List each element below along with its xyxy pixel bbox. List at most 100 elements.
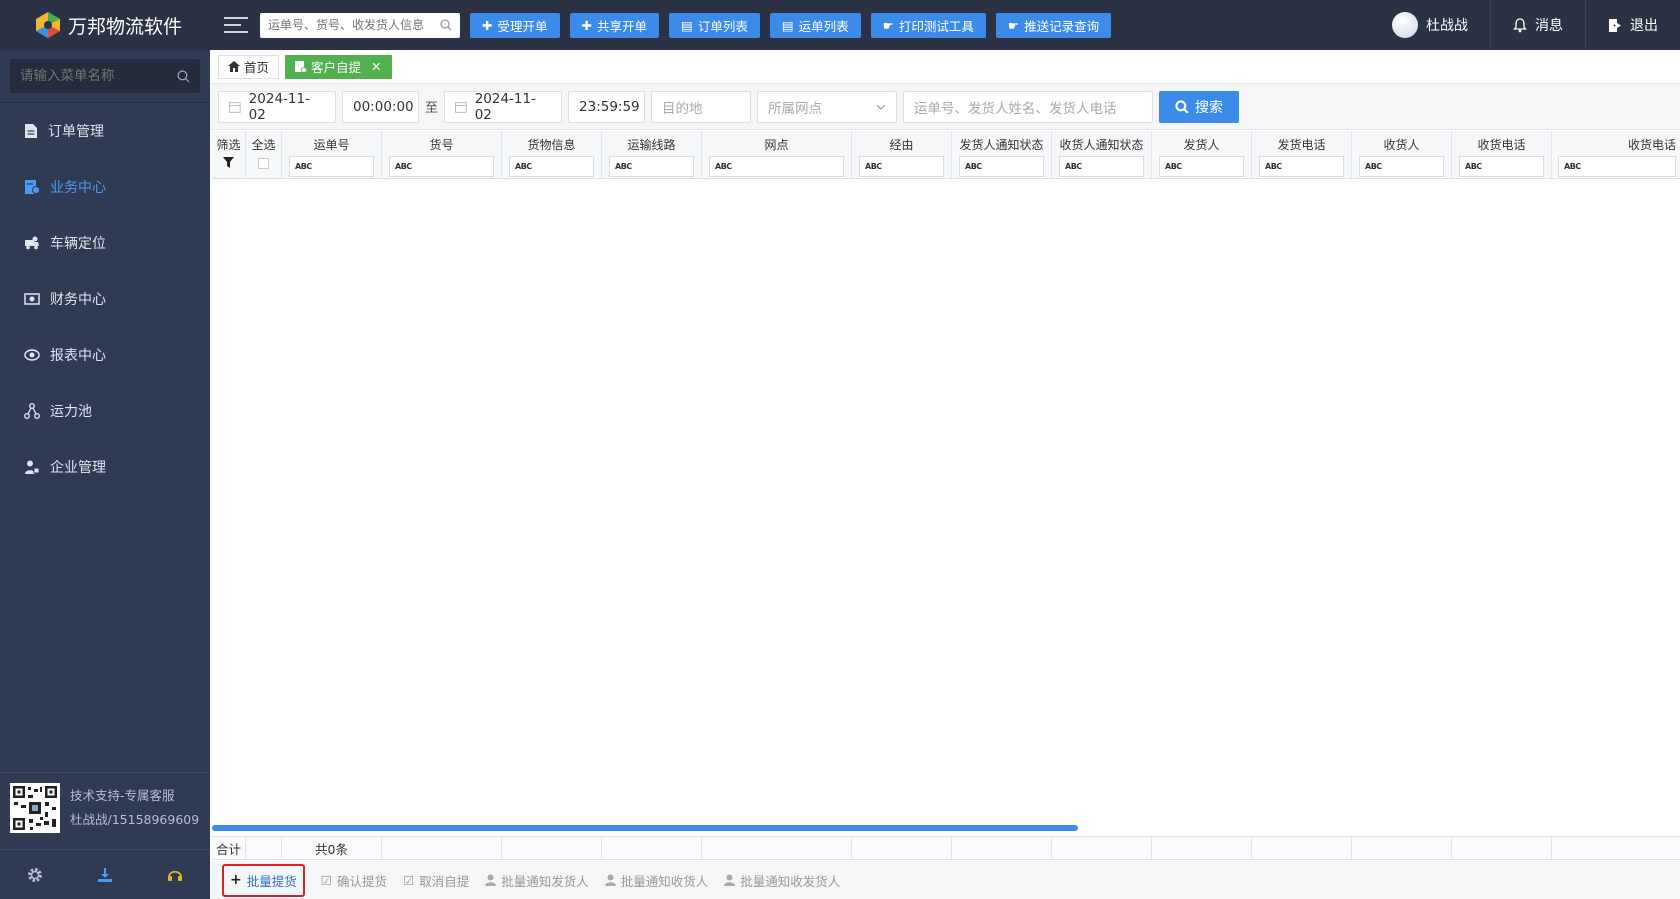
sidebar-item-finance-center[interactable]: 财务中心 — [0, 271, 210, 327]
abc-filter-icon: ABC — [1564, 162, 1581, 171]
start-date-field[interactable]: 2024-11-02 — [218, 90, 336, 123]
column-filter-input[interactable]: ABC — [1558, 156, 1676, 177]
edit-icon: ☑ — [402, 872, 415, 888]
confirm-pickup-button[interactable]: ☑ 确认提货 — [321, 871, 387, 890]
support-info: 技术支持-专属客服 杜战战/15158969609 — [0, 773, 210, 843]
sidebar-item-vehicle-location[interactable]: 车辆定位 — [0, 215, 210, 271]
column-header[interactable]: 收货人 ABC — [1352, 131, 1452, 179]
user-menu[interactable]: 杜战战 — [1370, 0, 1490, 50]
column-header[interactable]: 发货人 ABC — [1152, 131, 1252, 179]
column-filter-input[interactable]: ABC — [1159, 156, 1244, 177]
notify-consignees-button[interactable]: 批量通知收货人 — [604, 871, 708, 890]
business-icon — [25, 180, 40, 194]
logout-button[interactable]: 退出 — [1585, 0, 1680, 50]
batch-pickup-button[interactable]: + 批量提货 — [222, 863, 305, 897]
column-filter-input[interactable]: ABC — [1459, 156, 1544, 177]
summary-cell — [602, 837, 702, 859]
summary-cell — [1052, 837, 1152, 859]
plus-icon: ✚ — [482, 17, 493, 33]
search-icon[interactable] — [177, 69, 190, 83]
column-filter-input[interactable]: ABC — [289, 156, 374, 177]
column-header[interactable]: 货物信息 ABC — [502, 131, 602, 179]
column-filter-input[interactable]: ABC — [1259, 156, 1344, 177]
end-time-field[interactable]: 23:59:59 — [568, 90, 646, 123]
column-filter-input[interactable]: ABC — [609, 156, 694, 177]
column-header[interactable]: 收货电话 ABC — [1552, 131, 1680, 179]
print-test-tool-button[interactable]: ☛ 打印测试工具 — [870, 12, 986, 38]
logo[interactable]: 万邦物流软件 — [0, 0, 210, 50]
column-header[interactable]: 发货人通知状态 ABC — [952, 131, 1052, 179]
sidebar-item-order-management[interactable]: 订单管理 — [0, 103, 210, 159]
hand-icon: ☛ — [882, 17, 894, 33]
tab-home[interactable]: 首页 — [218, 54, 280, 79]
waybill-list-button[interactable]: ▤ 运单列表 — [769, 12, 861, 38]
sidebar-item-enterprise-management[interactable]: 企业管理 — [0, 439, 210, 495]
headset-icon[interactable] — [167, 867, 183, 883]
filter-icon[interactable] — [223, 157, 234, 168]
tab-customer-pickup[interactable]: 客户自提 ✕ — [285, 54, 392, 79]
summary-cell — [1352, 837, 1452, 859]
menu-toggle-icon[interactable] — [224, 15, 248, 35]
column-filter-input[interactable]: ABC — [1359, 156, 1444, 177]
abc-filter-icon: ABC — [615, 162, 632, 171]
column-header[interactable]: 运输线路 ABC — [602, 131, 702, 179]
keyword-field[interactable]: 运单号、发货人姓名、发货人电话 — [903, 90, 1154, 123]
top-search-input[interactable] — [268, 18, 440, 32]
grid-header: 筛选 全选 运单号 ABC 货号 ABC 货物信息 ABC 运输线路 ABC 网… — [212, 131, 1680, 179]
select-all-column[interactable]: 全选 — [246, 131, 282, 179]
push-record-query-button[interactable]: ☛ 推送记录查询 — [995, 12, 1112, 38]
menu-search[interactable] — [10, 59, 200, 93]
filter-bar: 2024-11-02 00:00:00 至 2024-11-02 23:59:5… — [210, 84, 1680, 130]
column-filter-input[interactable]: ABC — [709, 156, 844, 177]
cancel-self-pickup-button[interactable]: ☑ 取消自提 — [403, 871, 469, 890]
abc-filter-icon: ABC — [715, 162, 732, 171]
home-icon — [228, 61, 240, 72]
qr-code-icon — [10, 783, 60, 833]
column-filter-input[interactable]: ABC — [389, 156, 494, 177]
column-header[interactable]: 货号 ABC — [382, 131, 502, 179]
column-filter-input[interactable]: ABC — [959, 156, 1044, 177]
sidebar-item-business-center[interactable]: 业务中心 — [0, 159, 210, 215]
logout-icon — [1609, 18, 1621, 32]
hand-icon: ☛ — [1007, 17, 1020, 33]
column-filter-input[interactable]: ABC — [509, 156, 594, 177]
column-header[interactable]: 运单号 ABC — [282, 131, 382, 179]
document-icon — [25, 124, 37, 138]
branch-select[interactable]: 所属网点 — [757, 90, 898, 123]
destination-field[interactable]: 目的地 — [651, 90, 752, 123]
close-icon[interactable]: ✕ — [371, 59, 381, 74]
column-filter-input[interactable]: ABC — [859, 156, 944, 177]
download-icon[interactable] — [97, 867, 113, 883]
notify-shippers-button[interactable]: 批量通知发货人 — [485, 871, 589, 890]
column-filter-input[interactable]: ABC — [1059, 156, 1144, 177]
eye-icon — [24, 349, 40, 361]
start-time-field[interactable]: 00:00:00 — [342, 90, 419, 123]
column-header[interactable]: 收货电话 ABC — [1452, 131, 1552, 179]
sidebar-bottom-toolbar — [0, 849, 210, 899]
end-date-field[interactable]: 2024-11-02 — [444, 90, 563, 123]
gear-icon[interactable] — [27, 867, 43, 883]
horizontal-scrollbar[interactable] — [212, 825, 1078, 831]
action-bar: + 批量提货 ☑ 确认提货 ☑ 取消自提 批量通知发货人 批量通知收货人 批量通… — [210, 861, 1680, 899]
column-header[interactable]: 发货电话 ABC — [1252, 131, 1352, 179]
accept-order-button[interactable]: ✚ 受理开单 — [470, 12, 560, 38]
order-list-button[interactable]: ▤ 订单列表 — [669, 12, 760, 38]
search-icon — [1175, 99, 1189, 114]
select-all-checkbox[interactable] — [258, 158, 269, 169]
menu-search-input[interactable] — [20, 68, 177, 84]
abc-filter-icon: ABC — [1265, 162, 1282, 171]
main-content: 首页 客户自提 ✕ 2024-11-02 00:00:00 至 2024-11-… — [210, 50, 1680, 899]
sidebar-item-capacity-pool[interactable]: 运力池 — [0, 383, 210, 439]
messages-button[interactable]: 消息 — [1490, 0, 1585, 50]
column-header[interactable]: 网点 ABC — [702, 131, 852, 179]
sidebar-item-report-center[interactable]: 报表中心 — [0, 327, 210, 383]
filter-column[interactable]: 筛选 — [212, 131, 246, 179]
column-header[interactable]: 收货人通知状态 ABC — [1052, 131, 1152, 179]
share-order-button[interactable]: ✚ 共享开单 — [569, 12, 659, 38]
column-header[interactable]: 经由 ABC — [852, 131, 952, 179]
search-icon[interactable] — [440, 19, 452, 31]
notify-both-button[interactable]: 批量通知收发货人 — [724, 871, 840, 890]
top-search[interactable] — [260, 12, 460, 38]
bell-icon — [1513, 17, 1527, 32]
search-button[interactable]: 搜索 — [1159, 90, 1240, 123]
